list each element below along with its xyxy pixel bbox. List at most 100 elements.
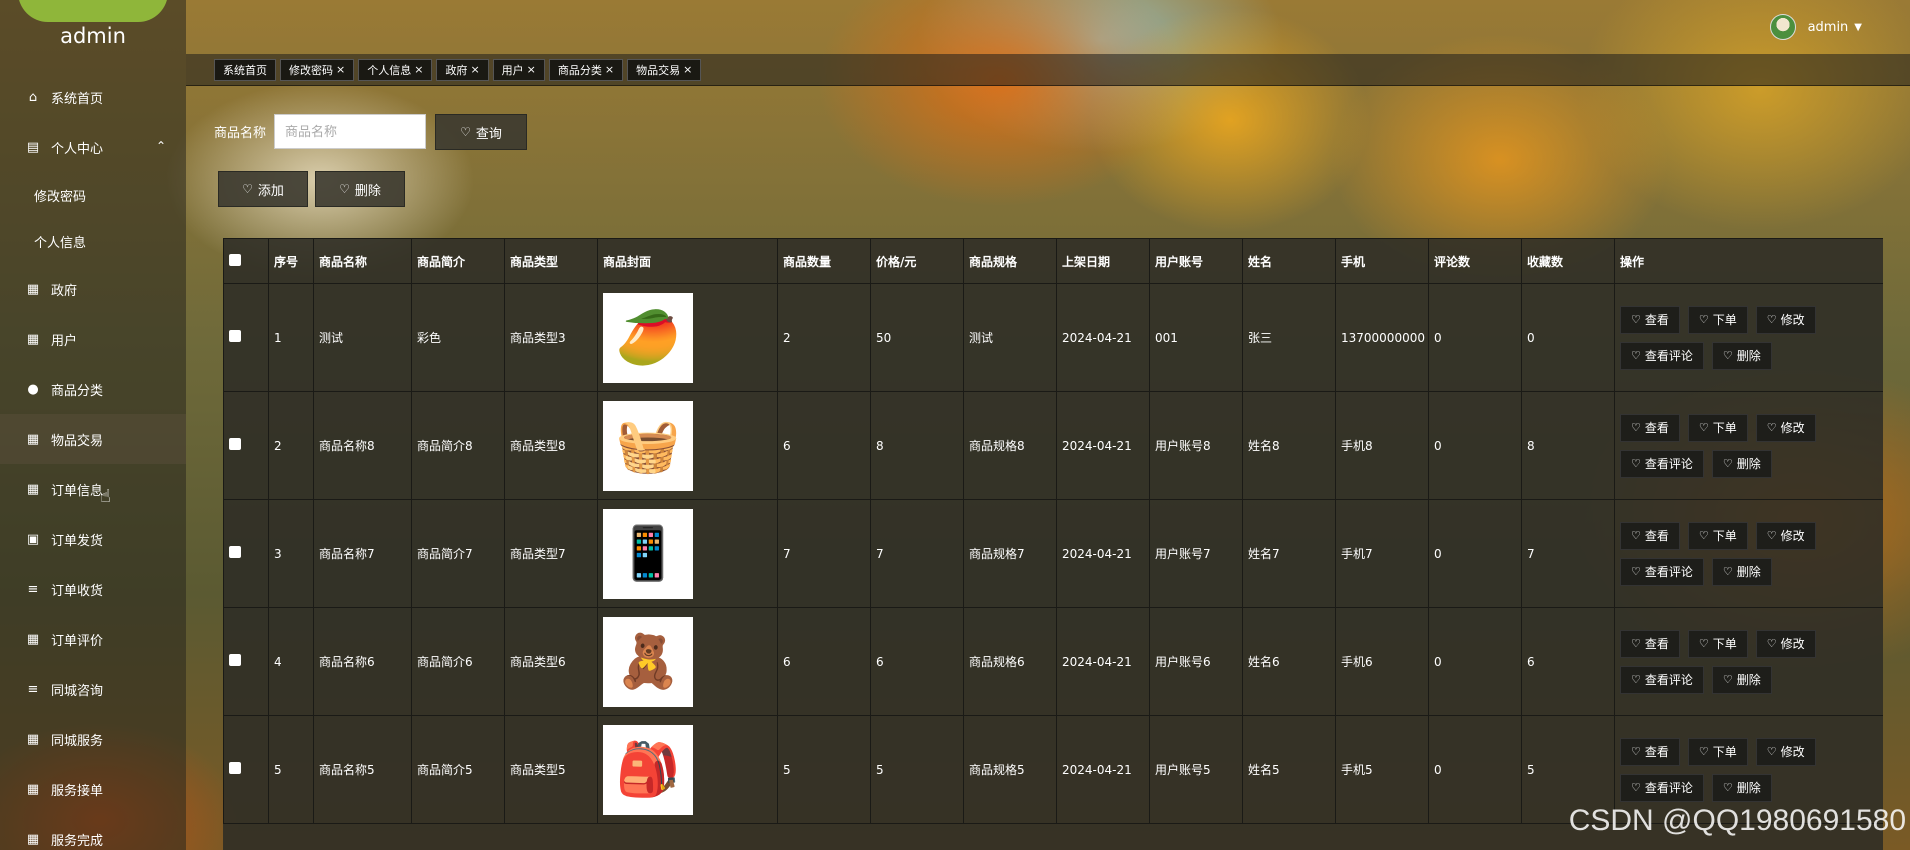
- cell-comments: 0: [1428, 283, 1522, 392]
- order-button[interactable]: ♡ 下单: [1687, 413, 1748, 442]
- tag-government[interactable]: 政府 ×: [436, 58, 489, 81]
- sidebar-item-user[interactable]: ▦ 用户: [0, 314, 186, 364]
- sidebar-item-order-ship[interactable]: ▣ 订单发货: [0, 514, 186, 564]
- view-button[interactable]: ♡ 查看: [1620, 737, 1680, 766]
- view-comments-button[interactable]: ♡ 查看评论: [1620, 665, 1704, 694]
- sidebar-item-service-accept[interactable]: ▦ 服务接单: [0, 764, 186, 814]
- edit-button[interactable]: ♡ 修改: [1755, 521, 1816, 550]
- cell-price: 5: [870, 715, 964, 824]
- view-comments-button[interactable]: ♡ 查看评论: [1620, 557, 1704, 586]
- col-header: 价格/元: [870, 238, 964, 284]
- cell-name: 商品名称7: [313, 499, 412, 608]
- tag-category[interactable]: 商品分类 ×: [548, 58, 624, 81]
- sidebar-item-city-consult[interactable]: ≡ 同城咨询: [0, 664, 186, 714]
- search-input[interactable]: [274, 114, 426, 149]
- col-header: 上架日期: [1056, 238, 1150, 284]
- cell-intro: 彩色: [411, 283, 505, 392]
- tag-trade[interactable]: 物品交易 ×: [627, 58, 702, 81]
- sidebar-item-order-receive[interactable]: ≡ 订单收货: [0, 564, 186, 614]
- select-all-checkbox[interactable]: [223, 238, 269, 284]
- order-button[interactable]: ♡ 下单: [1687, 305, 1748, 334]
- product-image-icon: 🧺: [615, 416, 681, 476]
- cell-date: 2024-04-21: [1056, 499, 1150, 608]
- close-icon[interactable]: ×: [527, 63, 536, 76]
- view-comments-button[interactable]: ♡ 查看评论: [1620, 449, 1704, 478]
- heart-icon: ♡: [1631, 781, 1641, 794]
- sidebar-item-service-done[interactable]: ▦ 服务完成: [0, 814, 186, 850]
- delete-row-button[interactable]: ♡ 删除: [1711, 449, 1772, 478]
- view-button[interactable]: ♡ 查看: [1620, 629, 1680, 658]
- sidebar-item-personal-info[interactable]: 个人信息: [0, 218, 186, 264]
- view-button[interactable]: ♡ 查看: [1620, 413, 1680, 442]
- cell-name: 测试: [313, 283, 412, 392]
- cell-comments: 0: [1428, 391, 1522, 500]
- tag-change-password[interactable]: 修改密码 ×: [280, 58, 355, 81]
- close-icon[interactable]: ×: [414, 63, 423, 76]
- close-icon[interactable]: ×: [683, 63, 692, 76]
- user-menu[interactable]: admin ▼: [1769, 14, 1862, 40]
- close-icon[interactable]: ×: [470, 63, 479, 76]
- cell-comments: 0: [1428, 715, 1522, 824]
- cell-spec: 商品规格7: [963, 499, 1057, 608]
- edit-button[interactable]: ♡ 修改: [1755, 305, 1816, 334]
- sidebar-item-change-password[interactable]: 修改密码: [0, 172, 186, 218]
- sidebar-username: admin: [60, 24, 126, 48]
- product-image-cell: 🎒: [597, 715, 778, 824]
- delete-row-button[interactable]: ♡ 删除: [1711, 773, 1772, 802]
- sidebar-item-order-info[interactable]: ▦ 订单信息: [0, 464, 186, 514]
- heart-icon: ♡: [1698, 745, 1709, 758]
- cell-person: 姓名8: [1242, 391, 1336, 500]
- search-button[interactable]: ♡ 查询: [435, 114, 527, 150]
- heart-icon: ♡: [1722, 349, 1733, 362]
- close-icon[interactable]: ×: [336, 63, 345, 76]
- close-icon[interactable]: ×: [605, 63, 614, 76]
- heart-icon: ♡: [1631, 313, 1641, 326]
- delete-row-button[interactable]: ♡ 删除: [1711, 665, 1772, 694]
- heart-icon: ♡: [1722, 565, 1733, 578]
- col-header: 评论数: [1428, 238, 1522, 284]
- cell-account: 用户账号6: [1149, 607, 1243, 716]
- cell-person: 姓名7: [1242, 499, 1336, 608]
- grid-icon: ▦: [26, 481, 40, 497]
- order-button[interactable]: ♡ 下单: [1687, 737, 1748, 766]
- order-button[interactable]: ♡ 下单: [1687, 521, 1748, 550]
- cell-price: 50: [870, 283, 964, 392]
- delete-button[interactable]: ♡ 删除: [315, 171, 405, 207]
- row-checkbox[interactable]: [223, 283, 269, 392]
- row-checkbox[interactable]: [223, 499, 269, 608]
- cell-type: 商品类型8: [504, 391, 598, 500]
- sidebar-item-government[interactable]: ▦ 政府: [0, 264, 186, 314]
- tag-home[interactable]: 系统首页: [214, 58, 276, 81]
- sidebar-item-category[interactable]: ● 商品分类: [0, 364, 186, 414]
- order-button[interactable]: ♡ 下单: [1687, 629, 1748, 658]
- edit-button[interactable]: ♡ 修改: [1755, 413, 1816, 442]
- row-checkbox[interactable]: [223, 607, 269, 716]
- sidebar-item-trade[interactable]: ▦ 物品交易: [0, 414, 186, 464]
- edit-button[interactable]: ♡ 修改: [1755, 737, 1816, 766]
- edit-button[interactable]: ♡ 修改: [1755, 629, 1816, 658]
- view-button[interactable]: ♡ 查看: [1620, 305, 1680, 334]
- sidebar-item-personal-center[interactable]: ▤ 个人中心 ⌃: [0, 122, 186, 172]
- product-image-icon: 🧸: [615, 632, 681, 692]
- tag-user[interactable]: 用户 ×: [492, 58, 545, 81]
- cell-name: 商品名称8: [313, 391, 412, 500]
- view-comments-button[interactable]: ♡ 查看评论: [1620, 773, 1704, 802]
- view-comments-button[interactable]: ♡ 查看评论: [1620, 341, 1704, 370]
- delete-row-button[interactable]: ♡ 删除: [1711, 341, 1772, 370]
- cell-price: 8: [870, 391, 964, 500]
- add-button[interactable]: ♡ 添加: [218, 171, 308, 207]
- col-header: 商品简介: [411, 238, 505, 284]
- row-checkbox[interactable]: [223, 391, 269, 500]
- product-image-cell: 📱: [597, 499, 778, 608]
- list-icon: ≡: [27, 581, 39, 597]
- product-image-icon: 📱: [615, 524, 681, 584]
- search-label: 商品名称: [214, 126, 267, 141]
- sidebar-item-city-service[interactable]: ▦ 同城服务: [0, 714, 186, 764]
- delete-row-button[interactable]: ♡ 删除: [1711, 557, 1772, 586]
- tag-personal-info[interactable]: 个人信息 ×: [358, 58, 433, 81]
- view-button[interactable]: ♡ 查看: [1620, 521, 1680, 550]
- sidebar-item-order-review[interactable]: ▦ 订单评价: [0, 614, 186, 664]
- cell-price: 6: [870, 607, 964, 716]
- row-checkbox[interactable]: [223, 715, 269, 824]
- sidebar-item-home[interactable]: ⌂ 系统首页: [0, 72, 186, 122]
